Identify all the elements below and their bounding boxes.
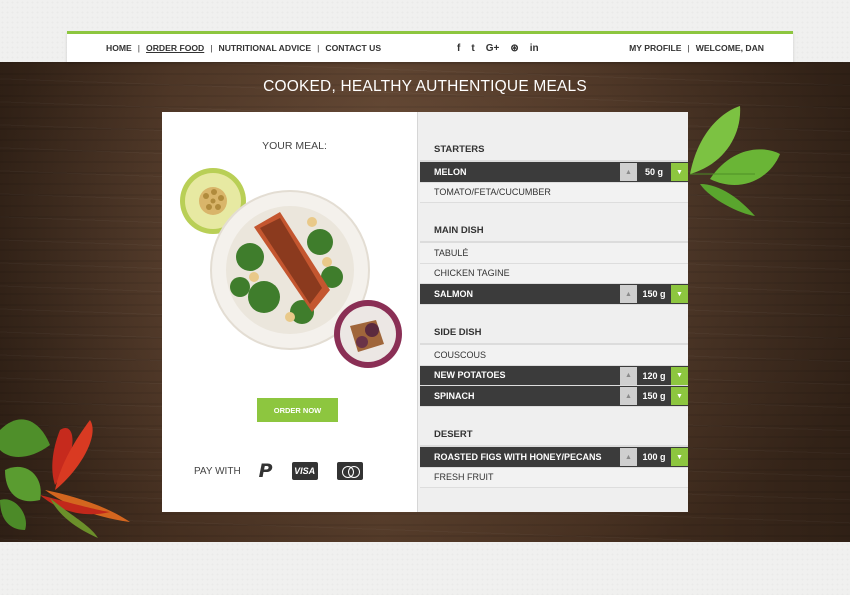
quantity-stepper: ▲ 100 g ▼	[620, 448, 688, 466]
section-title: SIDE DISH	[420, 323, 688, 345]
quantity-increase-button[interactable]: ▲	[620, 366, 637, 385]
menu-item-label: ROASTED FIGS WITH HONEY/PECANS	[434, 451, 602, 462]
quantity-stepper: ▲ 50 g ▼	[620, 163, 688, 181]
nav-home-link[interactable]: HOME	[106, 43, 132, 53]
nav-separator: |	[687, 43, 690, 53]
main-nav: HOME | ORDER FOOD | NUTRITIONAL ADVICE |…	[106, 34, 381, 62]
quantity-decrease-button[interactable]: ▼	[671, 163, 688, 181]
main-dish-section: MAIN DISH TABULÉ CHICKEN TAGINE SALMON ▲…	[420, 221, 688, 305]
social-links: f t G+ ⊛ in	[457, 34, 539, 62]
quantity-value: 120 g	[637, 366, 671, 385]
quantity-increase-button[interactable]: ▲	[620, 387, 637, 405]
menu-item-label: COUSCOUS	[434, 349, 487, 360]
menu-item-new-potatoes[interactable]: NEW POTATOES ▲ 120 g ▼	[420, 365, 688, 386]
twitter-icon[interactable]: t	[471, 43, 474, 54]
quantity-stepper: ▲ 150 g ▼	[620, 387, 688, 405]
bottom-background	[0, 542, 850, 595]
quantity-decrease-button[interactable]: ▼	[671, 448, 688, 466]
facebook-icon[interactable]: f	[457, 43, 460, 54]
user-nav: MY PROFILE | WELCOME, DAN	[629, 34, 764, 62]
quantity-value: 50 g	[637, 163, 671, 181]
nav-separator: |	[137, 43, 141, 53]
meal-preview-panel: YOUR MEAL: ORDER NOW PAY WITH P VISA	[162, 112, 417, 512]
your-meal-label: YOUR MEAL:	[262, 140, 327, 152]
my-profile-link[interactable]: MY PROFILE	[629, 43, 681, 53]
menu-item-label: FRESH FRUIT	[434, 472, 494, 483]
menu-item-label: CHICKEN TAGINE	[434, 268, 510, 279]
quantity-value: 100 g	[637, 448, 671, 466]
menu-item-label: SPINACH	[434, 390, 475, 401]
menu-item-fresh-fruit[interactable]: FRESH FRUIT	[420, 467, 688, 488]
menu-item-label: TOMATO/FETA/CUCUMBER	[434, 187, 551, 198]
dribbble-icon[interactable]: ⊛	[510, 43, 518, 54]
section-title: DESERT	[420, 425, 688, 447]
quantity-increase-button[interactable]: ▲	[620, 448, 637, 466]
quantity-stepper: ▲ 120 g ▼	[620, 366, 688, 385]
menu-item-chicken-tagine[interactable]: CHICKEN TAGINE	[420, 263, 688, 284]
menu-item-couscous[interactable]: COUSCOUS	[420, 345, 688, 366]
nav-nutritional-advice-link[interactable]: NUTRITIONAL ADVICE	[219, 43, 312, 53]
paypal-icon: P	[258, 460, 273, 482]
menu-item-melon[interactable]: MELON ▲ 50 g ▼	[420, 162, 688, 183]
linkedin-icon[interactable]: in	[530, 43, 539, 54]
quantity-value: 150 g	[637, 387, 671, 405]
quantity-decrease-button[interactable]: ▼	[671, 285, 688, 303]
visa-icon: VISA	[291, 462, 318, 480]
quantity-value: 150 g	[637, 285, 671, 303]
menu-item-spinach[interactable]: SPINACH ▲ 150 g ▼	[420, 386, 688, 407]
welcome-text: WELCOME, DAN	[695, 43, 764, 53]
mint-leaves-image	[690, 106, 780, 216]
mastercard-icon	[336, 462, 363, 480]
quantity-increase-button[interactable]: ▲	[620, 285, 637, 303]
section-title: STARTERS	[420, 140, 688, 162]
quantity-increase-button[interactable]: ▲	[620, 163, 637, 181]
side-dish-section: SIDE DISH COUSCOUS NEW POTATOES ▲ 120 g …	[420, 323, 688, 407]
menu-item-label: TABULÉ	[434, 247, 469, 258]
page-title: COOKED, HEALTHY AUTHENTIQUE MEALS	[263, 78, 587, 95]
nav-separator: |	[210, 43, 213, 53]
payment-methods: PAY WITH P VISA	[194, 460, 382, 482]
pay-with-label: PAY WITH	[194, 465, 241, 477]
menu-item-label: MELON	[434, 166, 467, 177]
section-title: MAIN DISH	[420, 221, 688, 243]
quantity-decrease-button[interactable]: ▼	[671, 366, 688, 385]
menu-item-label: SALMON	[434, 288, 473, 299]
menu-item-salmon[interactable]: SALMON ▲ 150 g ▼	[420, 284, 688, 305]
google-plus-icon[interactable]: G+	[486, 43, 500, 54]
nav-separator: |	[317, 43, 320, 53]
menu-item-label: NEW POTATOES	[434, 370, 506, 381]
top-navigation: HOME | ORDER FOOD | NUTRITIONAL ADVICE |…	[67, 31, 793, 62]
meal-plate-image	[180, 168, 402, 368]
nav-order-food-link[interactable]: ORDER FOOD	[146, 43, 204, 53]
menu-item-tabule[interactable]: TABULÉ	[420, 243, 688, 264]
chili-herbs-image	[0, 419, 130, 538]
quantity-stepper: ▲ 150 g ▼	[620, 285, 688, 303]
quantity-decrease-button[interactable]: ▼	[671, 387, 688, 405]
menu-panel: STARTERS MELON ▲ 50 g ▼ TOMATO/FETA/CUCU…	[417, 112, 688, 512]
desert-section: DESERT ROASTED FIGS WITH HONEY/PECANS ▲ …	[420, 425, 688, 488]
menu-item-roasted-figs[interactable]: ROASTED FIGS WITH HONEY/PECANS ▲ 100 g ▼	[420, 447, 688, 468]
nav-contact-us-link[interactable]: CONTACT US	[325, 43, 381, 53]
starters-section: STARTERS MELON ▲ 50 g ▼ TOMATO/FETA/CUCU…	[420, 140, 688, 203]
menu-item-tomato-feta-cucumber[interactable]: TOMATO/FETA/CUCUMBER	[420, 182, 688, 203]
order-now-button[interactable]: ORDER NOW	[257, 398, 338, 422]
